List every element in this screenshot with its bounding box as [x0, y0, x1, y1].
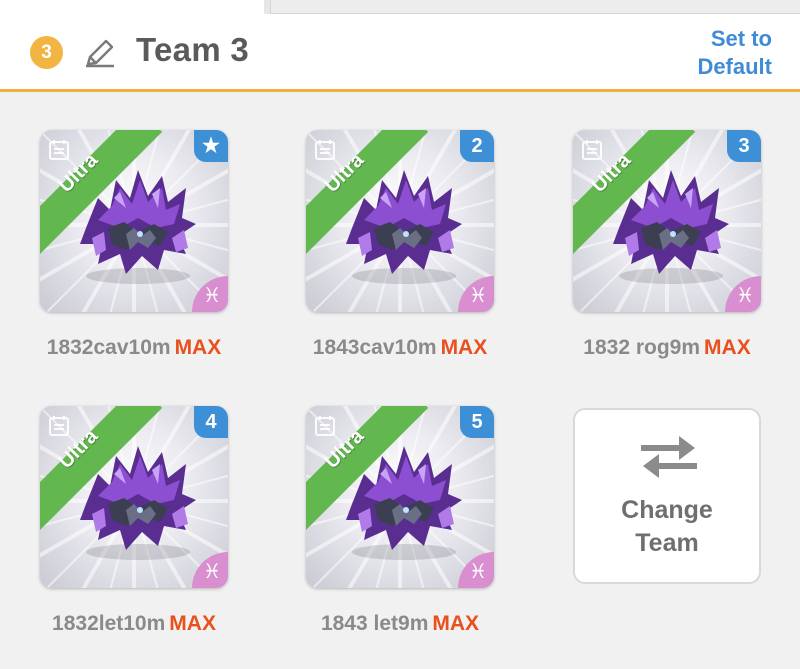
position-badge: 3 — [727, 130, 761, 162]
memo-icon[interactable] — [314, 415, 336, 437]
position-badge: ★ — [194, 130, 228, 162]
monster-caption: 1843cav10m MAX — [286, 336, 514, 360]
monster-card[interactable]: Ultra 3 ♓ — [573, 130, 761, 312]
team-name[interactable]: Team 3 — [136, 31, 249, 69]
pisces-icon: ♓ — [469, 283, 487, 307]
monster-card[interactable]: Ultra ★ ♓ — [40, 130, 228, 312]
set-to-default-button[interactable]: Set to Default — [662, 25, 772, 81]
position-badge: 5 — [460, 406, 494, 438]
memo-icon[interactable] — [314, 139, 336, 161]
memo-icon[interactable] — [581, 139, 603, 161]
level-max-label: MAX — [440, 336, 488, 359]
monster-caption: 1832 rog9m MAX — [553, 336, 781, 360]
monster-name: 1832 rog9m — [583, 336, 701, 359]
level-max-label: MAX — [432, 612, 480, 635]
monster-card[interactable]: Ultra 2 ♓ — [306, 130, 494, 312]
monster-name: 1843cav10m — [312, 336, 437, 359]
tab-strip — [0, 0, 800, 14]
monster-card[interactable]: Ultra 4 ♓ — [40, 406, 228, 588]
monster-card[interactable]: Ultra 5 ♓ — [306, 406, 494, 588]
level-max-label: MAX — [174, 336, 222, 359]
team-number-badge: 3 — [30, 36, 63, 69]
monster-name: 1832let10m — [52, 612, 166, 635]
pisces-icon: ♓ — [203, 559, 221, 583]
position-badge: 4 — [194, 406, 228, 438]
tab-active[interactable] — [0, 0, 264, 14]
position-badge: 2 — [460, 130, 494, 162]
pisces-icon: ♓ — [203, 283, 221, 307]
change-team-button[interactable]: Change Team — [573, 408, 761, 584]
edit-pencil-icon[interactable] — [84, 38, 116, 68]
tab-inactive[interactable] — [270, 0, 800, 14]
memo-icon[interactable] — [48, 415, 70, 437]
swap-arrows-icon — [641, 436, 697, 478]
pisces-icon: ♓ — [469, 559, 487, 583]
monster-name: 1832cav10m — [46, 336, 171, 359]
set-to-default-label: Set to Default — [697, 26, 772, 79]
pisces-icon: ♓ — [736, 283, 754, 307]
monster-caption: 1843 let9m MAX — [286, 612, 514, 636]
level-max-label: MAX — [704, 336, 751, 359]
monster-caption: 1832cav10m MAX — [20, 336, 248, 360]
memo-icon[interactable] — [48, 139, 70, 161]
team-header: 3 Team 3 Set to Default — [0, 14, 800, 92]
monster-name: 1843 let9m — [320, 612, 429, 635]
monster-caption: 1832let10m MAX — [20, 612, 248, 636]
level-max-label: MAX — [169, 612, 216, 635]
change-team-label: Change Team — [621, 496, 713, 557]
